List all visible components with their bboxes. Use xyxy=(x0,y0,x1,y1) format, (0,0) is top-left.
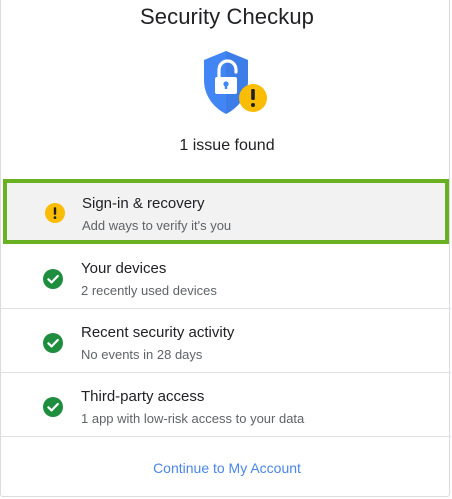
checkup-items-list: Sign-in & recovery Add ways to verify it… xyxy=(1,179,451,437)
item-recent-security-activity[interactable]: Recent security activity No events in 28… xyxy=(1,309,451,373)
warning-icon xyxy=(45,203,65,223)
item-description: 2 recently used devices xyxy=(81,283,217,298)
item-label: Sign-in & recovery xyxy=(82,195,205,212)
item-your-devices[interactable]: Your devices 2 recently used devices xyxy=(1,245,451,309)
item-description: 1 app with low-risk access to your data xyxy=(81,411,305,426)
item-label: Third-party access xyxy=(81,388,205,405)
item-third-party-access[interactable]: Third-party access 1 app with low-risk a… xyxy=(1,373,451,437)
item-label: Recent security activity xyxy=(81,324,235,341)
item-sign-in-recovery[interactable]: Sign-in & recovery Add ways to verify it… xyxy=(3,179,449,244)
item-label: Your devices xyxy=(81,260,167,277)
check-circle-icon xyxy=(43,333,63,353)
item-description: No events in 28 days xyxy=(81,347,203,362)
check-circle-icon xyxy=(43,269,63,289)
item-description: Add ways to verify it's you xyxy=(82,218,232,233)
shield-unlocked-warning-icon xyxy=(204,51,267,114)
check-circle-icon xyxy=(43,397,63,417)
security-checkup-card: Security Checkup 1 issue found Sign-in &… xyxy=(0,0,452,497)
page-title: Security Checkup xyxy=(139,4,314,29)
continue-to-account-link[interactable]: Continue to My Account xyxy=(1,460,452,476)
issue-summary: 1 issue found xyxy=(179,137,275,154)
